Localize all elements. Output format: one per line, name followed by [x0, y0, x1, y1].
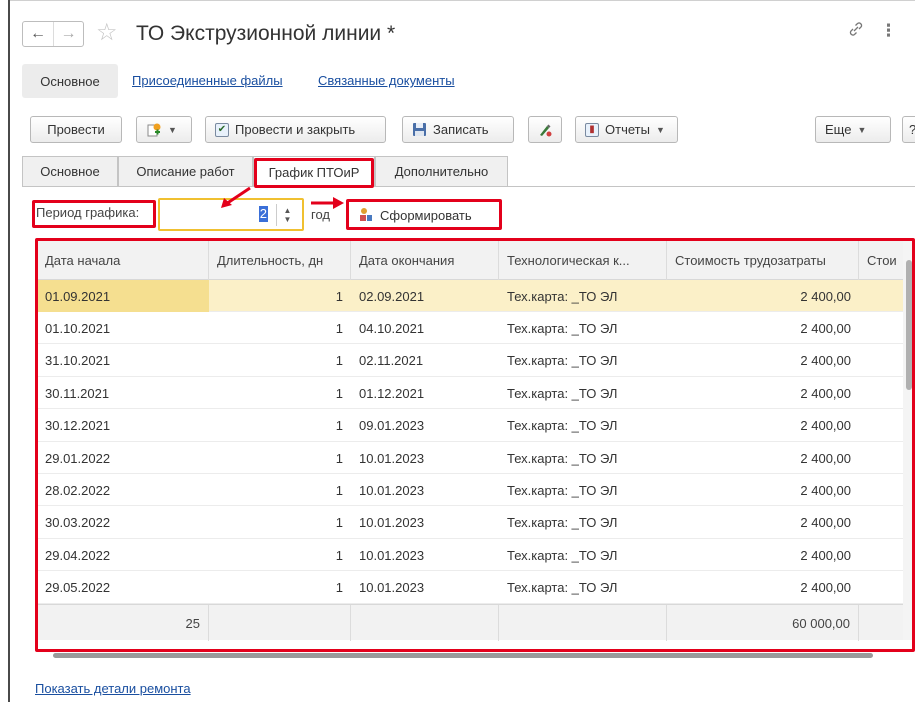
annotation-arrows: [221, 186, 344, 209]
annotation-arrowhead-right: [333, 197, 344, 209]
annotation-arrow-down: [225, 186, 251, 206]
show-repair-details-link[interactable]: Показать детали ремонта: [35, 681, 191, 696]
